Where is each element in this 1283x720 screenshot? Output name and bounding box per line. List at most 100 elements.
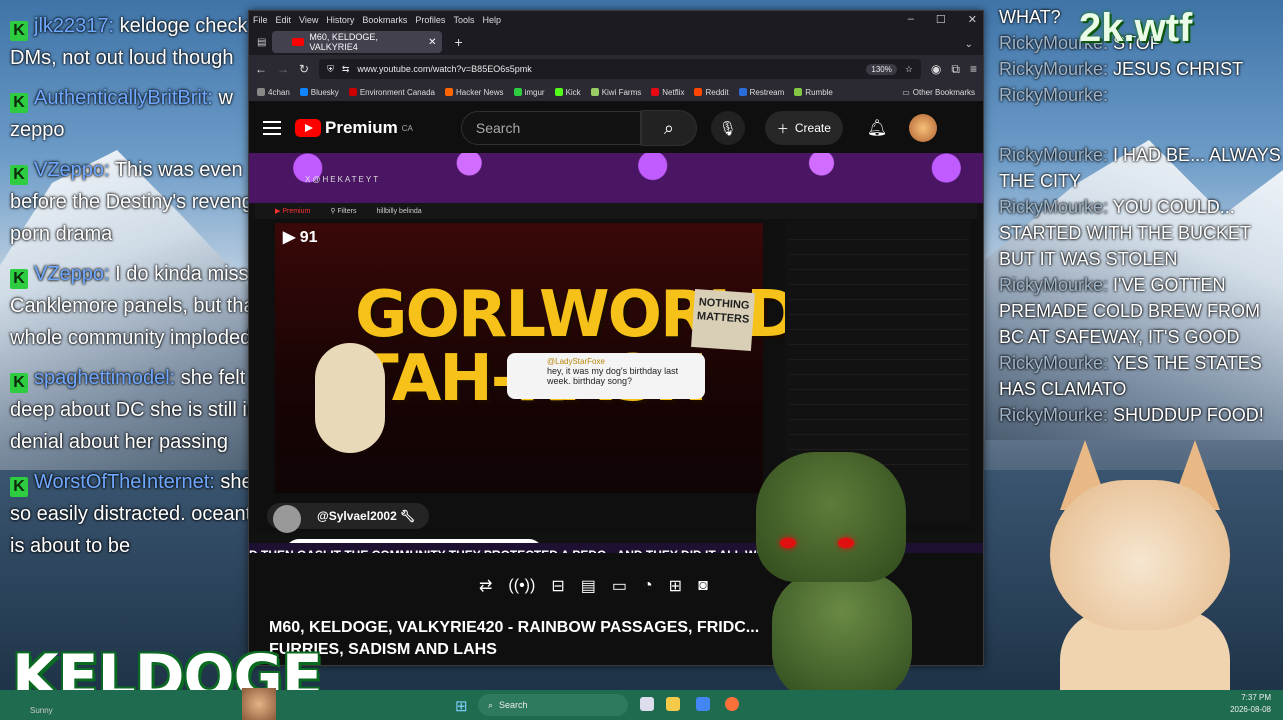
taskview-icon[interactable] [640, 697, 654, 711]
zoom-level[interactable]: 130% [866, 63, 897, 75]
bookmark-favicon-icon [590, 88, 599, 96]
url-text: www.youtube.com/watch?v=B85EO6s5pmk [357, 64, 532, 74]
avatar[interactable] [909, 114, 938, 142]
nested-filters: ⚲ Filters [330, 208, 357, 215]
search-button[interactable]: ⌕ [640, 110, 697, 146]
firefox-icon[interactable] [725, 697, 739, 711]
bookmark-item[interactable]: Reddit [694, 88, 729, 97]
fox-mascot [1030, 440, 1250, 710]
taskbar-clock[interactable]: 7:37 PM 2026-08-08 [1230, 692, 1271, 716]
bookmark-item[interactable]: Kiwi Farms [590, 88, 641, 97]
reload-icon[interactable]: ↻ [299, 62, 309, 76]
bookmark-favicon-icon [554, 88, 563, 96]
bookmark-favicon-icon [738, 88, 747, 96]
menu-bar: File Edit View History Bookmarks Profile… [249, 11, 983, 29]
tab-close-icon[interactable]: ✕ [428, 37, 436, 48]
menu-history[interactable]: History [326, 15, 354, 25]
live-chat-line [789, 270, 967, 285]
permissions-icon[interactable]: ⇆ [342, 64, 350, 75]
nested-search-text: hillbilly belinda [376, 207, 422, 215]
bookmark-item[interactable]: imgur [513, 87, 545, 97]
close-icon[interactable]: ✕ [968, 13, 977, 26]
voice-search-button[interactable]: 🎙︎ [710, 111, 745, 145]
fit-icon[interactable]: ▭ [612, 576, 627, 596]
view-count-value: 91 [299, 229, 318, 246]
bookmark-favicon-icon [513, 88, 522, 96]
bookmark-favicon-icon [651, 88, 660, 96]
notifications-bell-icon[interactable]: 🔔︎ [867, 118, 887, 138]
dragon-body [772, 572, 912, 702]
bookmark-item[interactable]: Kick [554, 88, 581, 97]
menu-help[interactable]: Help [482, 15, 501, 25]
taskbar-search[interactable]: ⌕ Search [478, 694, 628, 716]
menu-view[interactable]: View [299, 15, 318, 25]
bookmark-label: Other Bookmarks [912, 87, 975, 97]
bookmark-item[interactable]: Hacker News [444, 88, 504, 97]
chat-message: RickyMourke: I'VE GOTTEN PREMADE COLD BR… [999, 272, 1283, 350]
menu-edit[interactable]: Edit [276, 15, 292, 25]
bookmark-label: imgur [524, 87, 545, 97]
chat-username: RickyMourke: [999, 59, 1109, 79]
kick-icon: K [10, 21, 28, 41]
bookmark-item[interactable]: Bluesky [299, 88, 339, 97]
chat-message: RickyMourke: YOU COULD... STARTED WITH T… [999, 194, 1283, 272]
live-chat-line [789, 405, 967, 420]
add-icon[interactable]: ⊞ [669, 576, 682, 596]
chrome-icon[interactable] [696, 697, 710, 711]
maximize-icon[interactable]: ☐ [936, 13, 946, 26]
bookmark-item[interactable]: Environment Canada [348, 87, 435, 97]
peanut-character [315, 343, 385, 453]
windows-start-icon[interactable]: ⊞ [455, 697, 468, 715]
shield-icon[interactable]: ⛨ [327, 64, 334, 75]
nested-toolbar: ▶ Premium ⚲ Filters hillbilly belinda [255, 203, 977, 219]
menu-bookmarks[interactable]: Bookmarks [362, 15, 407, 25]
forward-icon[interactable]: → [277, 62, 289, 76]
clapper-icon[interactable]: ▤ [581, 576, 596, 596]
bookmark-item[interactable]: Netflix [651, 88, 684, 97]
bookmark-item[interactable]: 4chan [257, 88, 290, 97]
youtube-logo[interactable]: Premium CA [295, 118, 413, 138]
audio-icon[interactable]: ((•)) [508, 577, 535, 595]
extension-icon[interactable]: ◉ [931, 62, 941, 76]
tab-list-icon[interactable]: ▤ [257, 37, 266, 48]
chat-username: AuthenticallyBritBrit: [34, 87, 213, 109]
file-explorer-icon[interactable] [666, 697, 680, 711]
live-chat-line [789, 225, 967, 240]
overlay-icon[interactable]: ⊟ [551, 576, 564, 596]
camera-icon[interactable]: ◙ [698, 577, 708, 595]
weather-widget[interactable]: Sunny [30, 706, 53, 715]
chat-text: JESUS CHRIST [1113, 59, 1244, 79]
create-button[interactable]: ＋ Create [764, 111, 843, 145]
bookmark-label: Restream [749, 87, 785, 97]
new-tab-icon[interactable]: + [454, 34, 462, 50]
search-input[interactable]: Search [460, 111, 641, 145]
puzzle-icon[interactable]: ⧉ [951, 62, 960, 77]
nothing-matters-sign: NOTHING MATTERS [691, 288, 755, 352]
create-label: Create [794, 121, 831, 135]
menu-icon[interactable]: ≡ [970, 62, 977, 76]
menu-tools[interactable]: Tools [453, 15, 474, 25]
menu-file[interactable]: File [253, 15, 268, 25]
logo-region: CA [401, 123, 413, 133]
loop-icon[interactable]: ⇄ [479, 576, 492, 596]
bookmark-item[interactable]: Rumble [794, 88, 833, 97]
minimize-icon[interactable]: – [908, 13, 914, 26]
back-icon[interactable]: ← [255, 62, 267, 76]
speed-icon[interactable]: ◔ [643, 577, 653, 595]
video-thumbnail: ▶ 91 GORLWORLDTAH-RASH NOTHING MATTERS @… [275, 223, 799, 493]
hamburger-icon[interactable] [263, 121, 281, 135]
chat-message: RickyMourke: JESUS CHRIST [999, 56, 1283, 82]
url-bar[interactable]: ⛨ ⇆ www.youtube.com/watch?v=B85EO6s5pmk … [319, 59, 921, 79]
tab-overflow-chevron-icon[interactable]: ⌄ [965, 39, 973, 50]
bookmark-label: Environment Canada [359, 87, 435, 97]
microphone-icon: 🎙︎ [718, 119, 737, 136]
bookmark-star-icon[interactable]: ☆ [905, 64, 913, 75]
tab-bar: ▤ M60, KELDOGE, VALKYRIE4 ✕ + [249, 29, 983, 55]
menu-profiles[interactable]: Profiles [415, 15, 445, 25]
dragon-head [756, 452, 906, 582]
chat-bubble: @LadyStarFoxe hey, it was my dog's birth… [507, 353, 705, 399]
tab-youtube[interactable]: M60, KELDOGE, VALKYRIE4 ✕ [272, 31, 443, 53]
other-bookmarks[interactable]: ▭ Other Bookmarks [902, 88, 975, 97]
bookmark-item[interactable]: Restream [738, 87, 785, 97]
bubble-text: hey, it was my dog's birthday last week.… [547, 366, 679, 386]
